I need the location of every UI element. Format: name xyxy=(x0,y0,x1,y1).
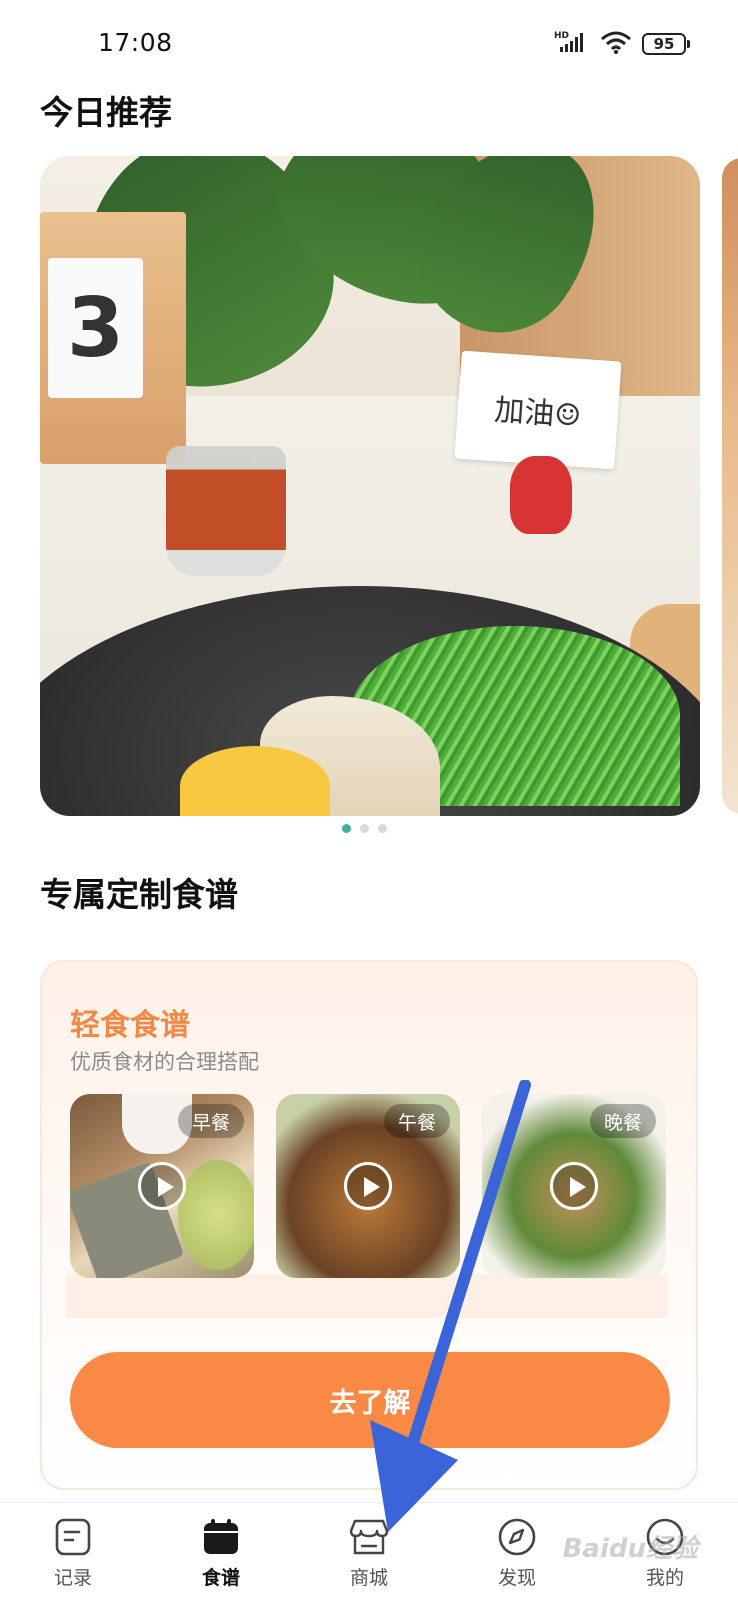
carousel-indicator xyxy=(342,824,387,833)
battery-icon: 95 xyxy=(642,33,690,55)
hero-sign-text: 加油☺ xyxy=(454,350,622,470)
carousel-dot xyxy=(378,824,387,833)
meal-label: 早餐 xyxy=(177,1104,244,1138)
nav-label: 发现 xyxy=(497,1567,536,1589)
calendar-icon xyxy=(201,1517,241,1557)
carousel-dot-active xyxy=(342,824,351,833)
nav-label: 食谱 xyxy=(201,1567,240,1589)
compass-icon xyxy=(497,1517,537,1557)
status-icons: HD 95 xyxy=(554,30,690,58)
nav-label: 我的 xyxy=(645,1567,684,1589)
battery-level: 95 xyxy=(642,33,686,55)
custom-section-title: 专属定制食谱 xyxy=(40,875,238,914)
meal-label: 午餐 xyxy=(383,1104,450,1138)
play-icon[interactable] xyxy=(550,1162,598,1210)
today-section-title: 今日推荐 xyxy=(40,93,172,132)
learn-more-button[interactable]: 去了解 xyxy=(70,1352,670,1448)
watermark: Baidu经验 xyxy=(562,1534,698,1564)
nav-item-discover[interactable]: 发现 xyxy=(472,1517,562,1590)
daruma-figure xyxy=(510,456,572,534)
nav-item-mall[interactable]: 商城 xyxy=(324,1517,414,1590)
carousel-dot xyxy=(360,824,369,833)
nav-item-recipe[interactable]: 食谱 xyxy=(176,1517,266,1590)
status-bar: 17:08 HD 95 xyxy=(0,0,738,88)
nav-item-record[interactable]: 记录 xyxy=(28,1517,118,1590)
store-icon xyxy=(349,1517,389,1557)
wifi-icon xyxy=(600,30,632,58)
recipe-card-title: 轻食食谱 xyxy=(70,1008,190,1043)
play-icon[interactable] xyxy=(344,1162,392,1210)
hero-recommendation-card[interactable]: 3 加油☺ xyxy=(40,156,700,816)
meal-lunch[interactable]: 午餐 xyxy=(276,1094,460,1278)
hero-next-card-peek[interactable] xyxy=(722,158,738,814)
signal-icon: HD xyxy=(554,30,590,58)
play-icon[interactable] xyxy=(138,1162,186,1210)
status-time: 17:08 xyxy=(98,28,173,57)
calendar-number: 3 xyxy=(48,258,143,398)
nav-label: 商城 xyxy=(349,1567,388,1589)
sauce-jar xyxy=(166,446,286,576)
nav-label: 记录 xyxy=(53,1567,92,1589)
network-badge: HD xyxy=(554,31,569,41)
light-recipe-card[interactable]: 轻食食谱 优质食材的合理搭配 早餐 午餐 晚餐 去了解 xyxy=(40,960,698,1490)
meal-breakfast[interactable]: 早餐 xyxy=(70,1094,254,1278)
meal-label: 晚餐 xyxy=(589,1104,656,1138)
meal-list: 早餐 午餐 晚餐 xyxy=(66,1094,670,1318)
notebook-icon xyxy=(53,1517,93,1557)
recipe-card-subtitle: 优质食材的合理搭配 xyxy=(70,1050,259,1074)
meal-dinner[interactable]: 晚餐 xyxy=(482,1094,666,1278)
